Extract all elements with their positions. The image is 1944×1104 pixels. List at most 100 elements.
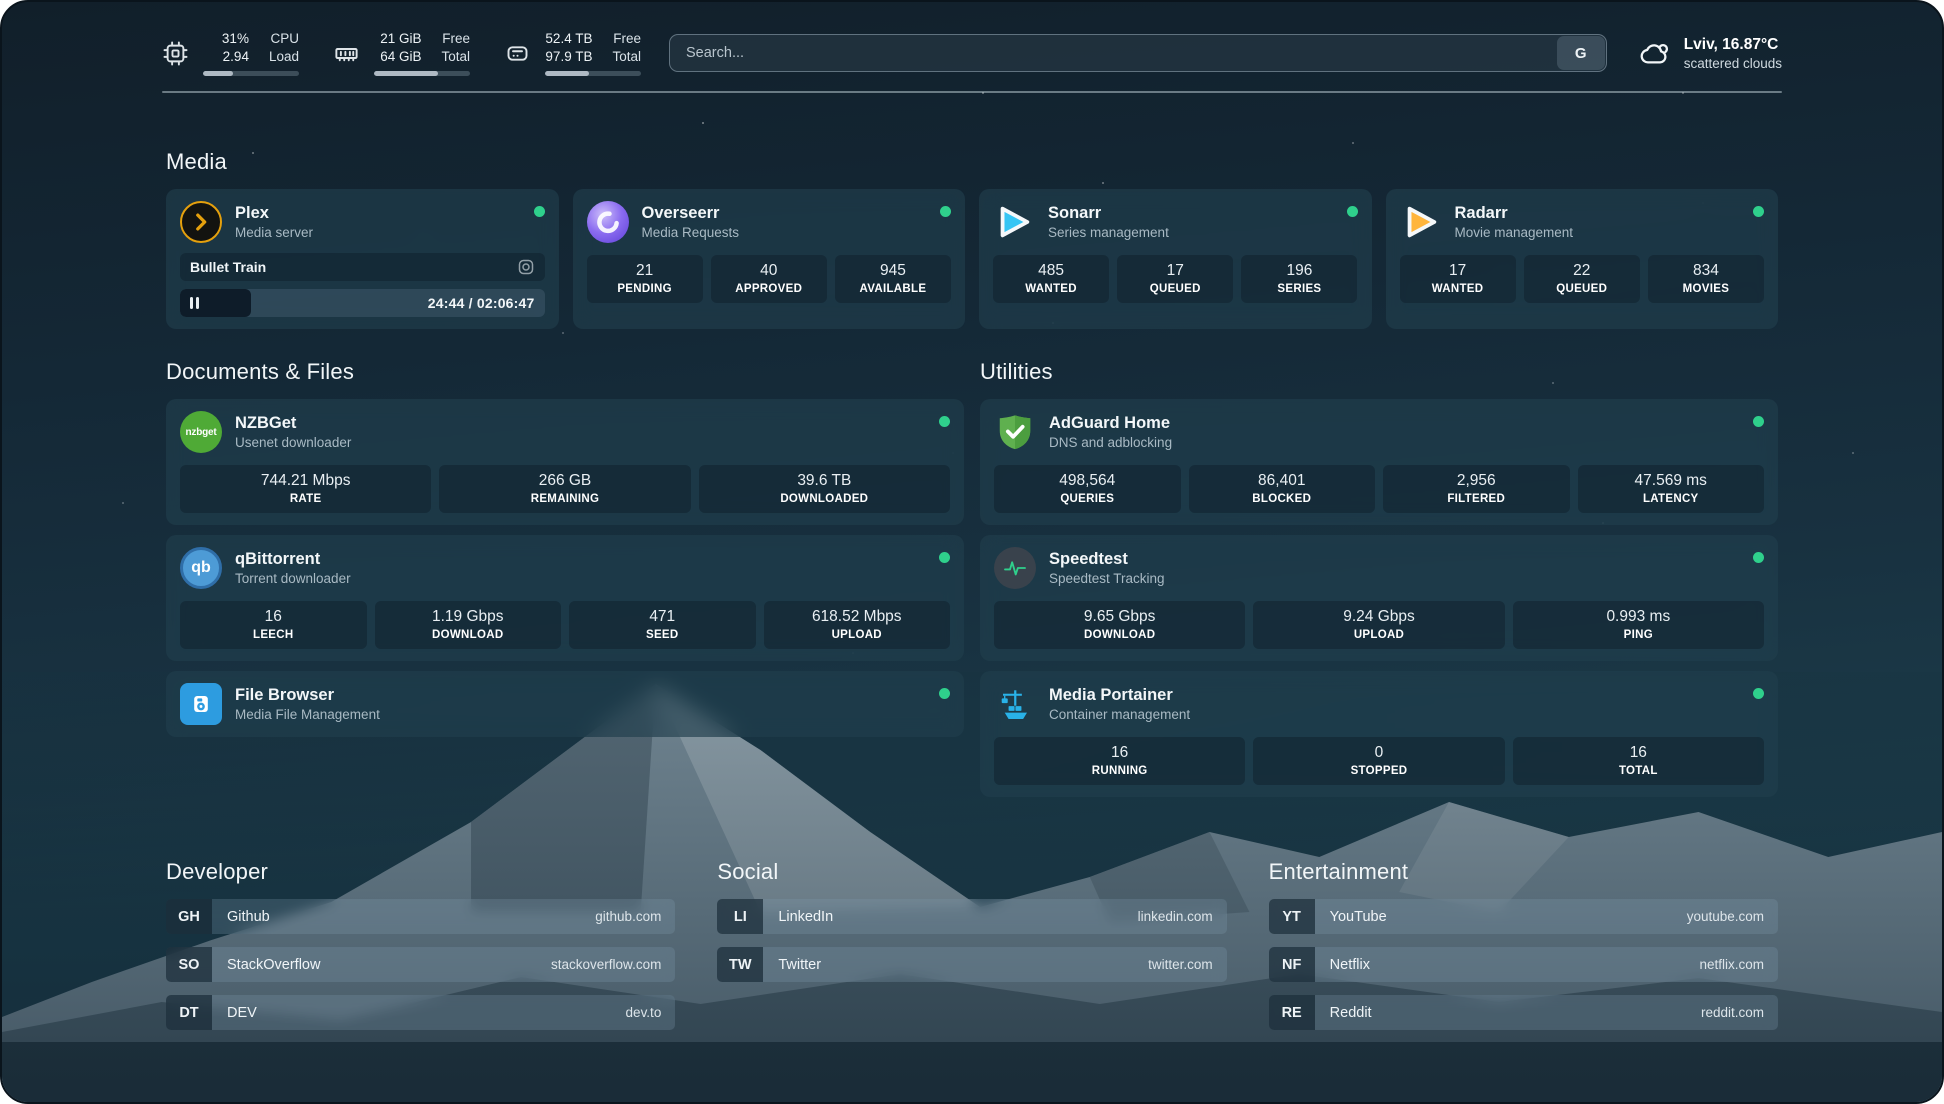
service-name: AdGuard Home [1049, 414, 1172, 433]
bookmark-linkedin[interactable]: LI LinkedIn linkedin.com [717, 899, 1226, 934]
stat-running: 16RUNNING [994, 737, 1245, 785]
bookmark-url: dev.to [626, 1005, 662, 1020]
bookmark-abbr: TW [717, 947, 763, 982]
service-desc: Movie management [1455, 225, 1574, 240]
service-desc: Media server [235, 225, 313, 240]
section-title-social: Social [717, 859, 1226, 885]
cpu-icon [162, 40, 189, 67]
disk-free-value: 52.4 TB [545, 30, 592, 48]
radarr-icon [1400, 201, 1442, 243]
status-dot [1753, 688, 1764, 699]
qbittorrent-icon: qb [180, 547, 222, 589]
bookmark-abbr: LI [717, 899, 763, 934]
service-desc: Container management [1049, 707, 1190, 722]
cloud-icon [1637, 36, 1671, 70]
bookmark-netflix[interactable]: NF Netflix netflix.com [1269, 947, 1778, 982]
bookmark-twitter[interactable]: TW Twitter twitter.com [717, 947, 1226, 982]
service-card-adguard[interactable]: AdGuard Home DNS and adblocking 498,564Q… [980, 399, 1778, 525]
memory-total-label: Total [441, 48, 470, 66]
disk-total-label: Total [612, 48, 641, 66]
service-desc: Usenet downloader [235, 435, 351, 450]
now-playing-title: Bullet Train [190, 259, 266, 275]
pause-icon[interactable] [190, 297, 199, 309]
section-title-documents: Documents & Files [166, 359, 964, 385]
stat-blocked: 86,401BLOCKED [1189, 465, 1376, 513]
service-name: Plex [235, 204, 313, 223]
bookmark-abbr: DT [166, 995, 212, 1030]
bookmark-github[interactable]: GH Github github.com [166, 899, 675, 934]
bookmark-name: Github [227, 909, 270, 925]
overseerr-icon [587, 201, 629, 243]
weather-widget[interactable]: Lviv, 16.87°C scattered clouds [1637, 36, 1782, 71]
utilities-section: Utilities AdGuard Home DNS and adblockin… [980, 359, 1778, 797]
speedtest-icon [994, 547, 1036, 589]
stat-latency: 47.569 msLATENCY [1578, 465, 1765, 513]
stat-movies: 834MOVIES [1648, 255, 1764, 303]
disk-progress-bar [545, 71, 641, 76]
bookmark-stackoverflow[interactable]: SO StackOverflow stackoverflow.com [166, 947, 675, 982]
plex-icon [180, 201, 222, 243]
service-card-filebrowser[interactable]: File Browser Media File Management [166, 671, 964, 737]
stat-wanted: 17WANTED [1400, 255, 1516, 303]
weather-location-temp: Lviv, 16.87°C [1684, 36, 1782, 54]
bookmark-url: twitter.com [1148, 957, 1213, 972]
service-name: Overseerr [642, 204, 740, 223]
cpu-load-label: Load [269, 48, 299, 66]
stat-available: 945AVAILABLE [835, 255, 951, 303]
service-desc: Media File Management [235, 707, 380, 722]
disk-total-value: 97.9 TB [545, 48, 592, 66]
service-card-nzbget[interactable]: nzbget NZBGet Usenet downloader 744.21 M… [166, 399, 964, 525]
filebrowser-icon [180, 683, 222, 725]
stat-queued: 17QUEUED [1117, 255, 1233, 303]
bookmark-youtube[interactable]: YT YouTube youtube.com [1269, 899, 1778, 934]
service-card-sonarr[interactable]: Sonarr Series management 485WANTED 17QUE… [979, 189, 1372, 329]
service-desc: Media Requests [642, 225, 740, 240]
bookmark-group-social: Social LI LinkedIn linkedin.com TW Twitt… [717, 859, 1226, 1030]
memory-total-value: 64 GiB [380, 48, 421, 66]
cpu-usage-label: CPU [269, 30, 299, 48]
service-card-plex[interactable]: Plex Media server Bullet Train [166, 189, 559, 329]
cpu-load-value: 2.94 [222, 48, 249, 66]
bookmark-dev[interactable]: DT DEV dev.to [166, 995, 675, 1030]
section-title-developer: Developer [166, 859, 675, 885]
section-title-entertainment: Entertainment [1269, 859, 1778, 885]
status-dot [1753, 416, 1764, 427]
header-divider [162, 91, 1782, 93]
adguard-icon [994, 411, 1036, 453]
service-name: Radarr [1455, 204, 1574, 223]
bookmark-abbr: SO [166, 947, 212, 982]
bookmark-name: Netflix [1330, 957, 1370, 973]
service-desc: DNS and adblocking [1049, 435, 1172, 450]
service-desc: Speedtest Tracking [1049, 571, 1165, 586]
stat-filtered: 2,956FILTERED [1383, 465, 1570, 513]
stat-approved: 40APPROVED [711, 255, 827, 303]
service-card-speedtest[interactable]: Speedtest Speedtest Tracking 9.65 GbpsDO… [980, 535, 1778, 661]
stat-queued: 22QUEUED [1524, 255, 1640, 303]
top-bar: 31% 2.94 CPU Load [2, 2, 1942, 76]
disk-widget: 52.4 TB 97.9 TB Free Total [504, 30, 641, 76]
bookmark-abbr: YT [1269, 899, 1315, 934]
media-cards: Plex Media server Bullet Train [166, 189, 1778, 329]
now-playing-row: Bullet Train [180, 253, 545, 281]
status-dot [940, 206, 951, 217]
search-bar: G [669, 34, 1607, 72]
bookmark-reddit[interactable]: RE Reddit reddit.com [1269, 995, 1778, 1030]
service-card-portainer[interactable]: Media Portainer Container management 16R… [980, 671, 1778, 797]
status-dot [534, 206, 545, 217]
search-input[interactable] [669, 34, 1607, 72]
service-card-qbittorrent[interactable]: qb qBittorrent Torrent downloader 16LEEC… [166, 535, 964, 661]
disk-icon [504, 40, 531, 67]
memory-free-label: Free [441, 30, 470, 48]
memory-widget: 21 GiB 64 GiB Free Total [333, 30, 470, 76]
portainer-icon [994, 683, 1036, 725]
service-name: Speedtest [1049, 550, 1165, 569]
bookmark-name: YouTube [1330, 909, 1387, 925]
service-card-overseerr[interactable]: Overseerr Media Requests 21PENDING 40APP… [573, 189, 966, 329]
service-desc: Series management [1048, 225, 1169, 240]
documents-section: Documents & Files nzbget NZBGet Usenet d… [166, 359, 964, 737]
search-provider-button[interactable]: G [1557, 36, 1605, 70]
bookmark-abbr: NF [1269, 947, 1315, 982]
service-desc: Torrent downloader [235, 571, 351, 586]
stat-leech: 16LEECH [180, 601, 367, 649]
service-card-radarr[interactable]: Radarr Movie management 17WANTED 22QUEUE… [1386, 189, 1779, 329]
